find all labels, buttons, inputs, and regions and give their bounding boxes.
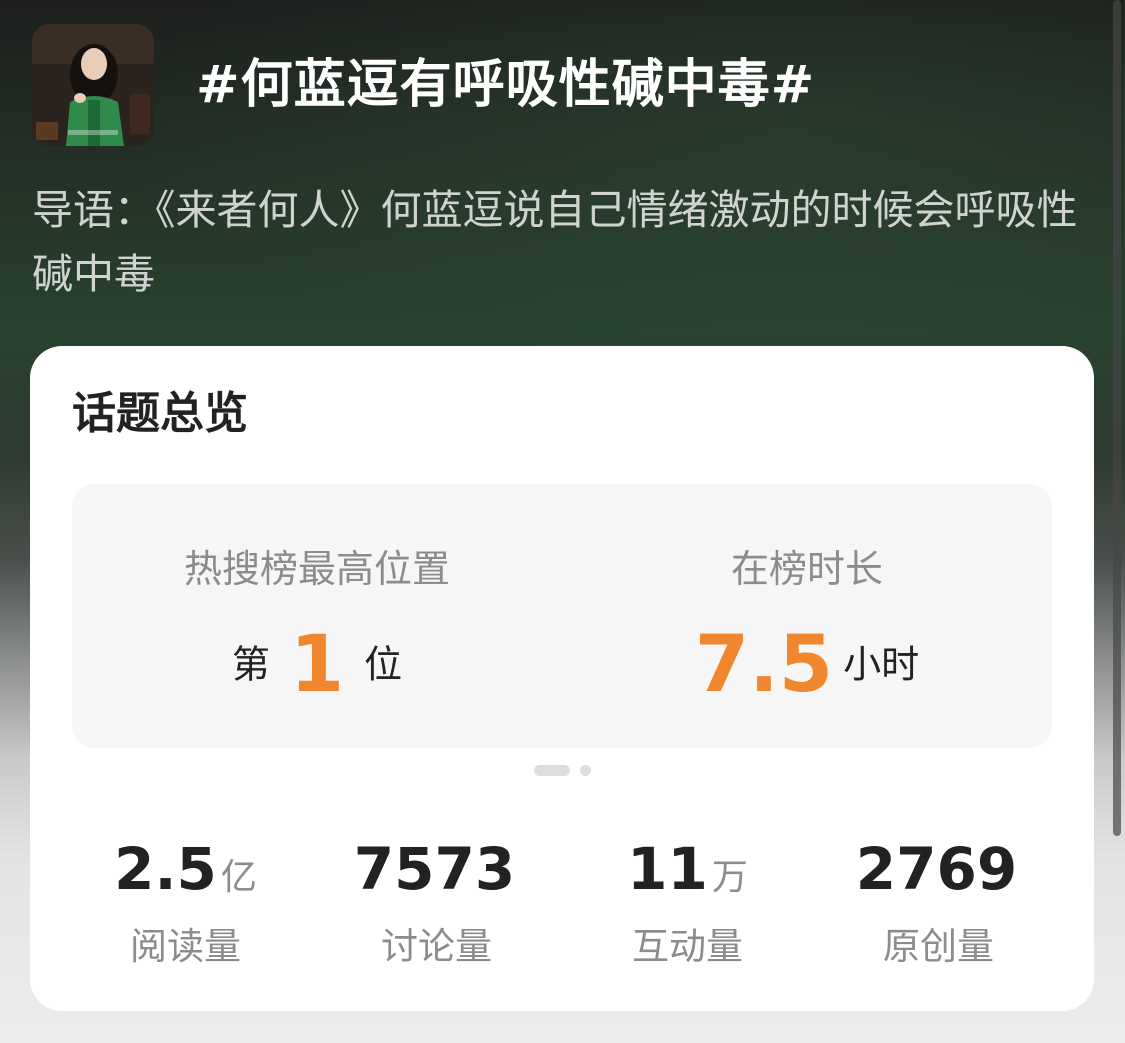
stat-reads: 2.5 亿 阅读量 (60, 834, 311, 968)
duration-value-row: 7.5 小时 (562, 624, 1052, 705)
stats-row: 2.5 亿 阅读量 7573 讨论量 11 万 互动量 2769 原创量 (60, 834, 1064, 968)
stat-reads-value: 2.5 (114, 835, 217, 903)
duration-block: 在榜时长 7.5 小时 (562, 484, 1052, 748)
highest-rank-label: 热搜榜最高位置 (183, 547, 450, 591)
topic-cover-image[interactable] (32, 24, 154, 146)
topic-cover-icon (32, 24, 154, 146)
highest-rank-block: 热搜榜最高位置 第1位 (72, 484, 562, 748)
pager-dot-active[interactable] (533, 765, 570, 776)
duration-value: 7.5 (694, 619, 834, 710)
topic-title: #何蓝逗有呼吸性碱中毒# (196, 55, 816, 115)
stat-originals-label: 原创量 (883, 925, 994, 968)
duration-unit: 小时 (843, 642, 920, 687)
stat-discussions-label: 讨论量 (381, 925, 492, 968)
stat-originals-value: 2769 (855, 835, 1018, 903)
overview-card: 话题总览 热搜榜最高位置 第1位 在榜时长 7.5 小时 2.5 亿 阅读量 757… (30, 346, 1094, 1011)
topic-intro: 导语：《来者何人》何蓝逗说自己情绪激动的时候会呼吸性碱中毒 (32, 186, 1078, 298)
duration-label: 在榜时长 (730, 547, 883, 591)
stat-discussions-value: 7573 (353, 835, 516, 903)
rank-suffix: 位 (364, 642, 403, 687)
stat-originals: 2769 原创量 (813, 834, 1064, 968)
stat-reads-label: 阅读量 (130, 925, 241, 968)
stat-interactions-value: 11 (627, 835, 708, 903)
highest-rank-value-row: 第1位 (72, 624, 562, 705)
stat-interactions-unit: 万 (711, 857, 748, 898)
overview-title: 话题总览 (72, 388, 248, 439)
stat-reads-unit: 亿 (220, 857, 257, 898)
rank-carousel[interactable]: 热搜榜最高位置 第1位 在榜时长 7.5 小时 (72, 484, 1052, 748)
scrollbar[interactable] (1113, 0, 1121, 836)
rank-prefix: 第 (231, 642, 270, 687)
stat-interactions-label: 互动量 (632, 925, 743, 968)
pager-dot[interactable] (579, 765, 591, 776)
highest-rank-value: 1 (289, 619, 345, 710)
stat-interactions: 11 万 互动量 (562, 834, 813, 968)
carousel-pager[interactable] (30, 760, 1094, 776)
stat-discussions: 7573 讨论量 (311, 834, 562, 968)
